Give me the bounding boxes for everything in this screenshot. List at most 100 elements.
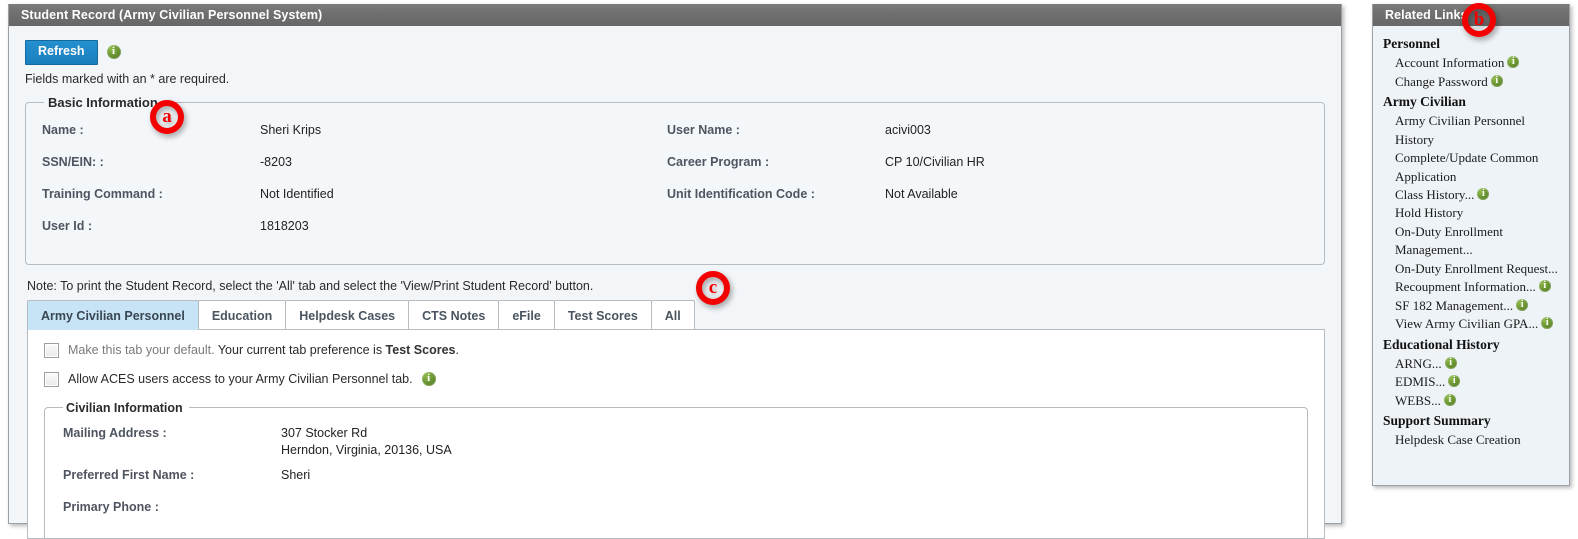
link-label: ARNG...: [1395, 355, 1442, 371]
current-preference-text: Your current tab preference is: [214, 343, 386, 358]
refresh-button[interactable]: Refresh: [25, 40, 98, 65]
link-edmis[interactable]: EDMIS...: [1395, 373, 1561, 391]
link-on-duty-enrollment-management[interactable]: On-Duty Enrollment Management...: [1395, 223, 1561, 260]
edmis-info-icon[interactable]: [1448, 374, 1461, 388]
link-label: SF 182 Management...: [1395, 297, 1514, 313]
link-complete-update-common-application[interactable]: Complete/Update Common Application: [1395, 149, 1561, 186]
recoupment-information-info-icon[interactable]: [1538, 279, 1551, 293]
panel-body: Refresh Fields marked with an * are requ…: [9, 26, 1341, 539]
field-label: User Id :: [42, 218, 93, 233]
required-fields-note: Fields marked with an * are required.: [25, 71, 230, 86]
link-label: WEBS...: [1395, 392, 1441, 408]
link-sf-182-management[interactable]: SF 182 Management...: [1395, 297, 1561, 315]
link-change-password[interactable]: Change Password: [1395, 73, 1561, 91]
links-heading-personnel: Personnel: [1383, 36, 1440, 51]
links-heading-support-summary: Support Summary: [1383, 413, 1491, 429]
link-label: On-Duty Enrollment Request...: [1395, 260, 1558, 276]
link-helpdesk-case-creation[interactable]: Helpdesk Case Creation: [1395, 431, 1561, 449]
field-value: 1818203: [260, 218, 309, 233]
field-value: Not Available: [885, 186, 958, 201]
civilian-information-group: Civilian Information Mailing Address : 3…: [44, 400, 1308, 538]
field-label: Mailing Address :: [63, 425, 167, 440]
link-arng[interactable]: ARNG...: [1395, 355, 1561, 373]
field-label: Name :: [42, 122, 84, 137]
field-row: Name : Sheri Krips: [42, 122, 667, 146]
field-value: -8203: [260, 154, 292, 169]
link-webs[interactable]: WEBS...: [1395, 392, 1561, 410]
class-history-info-icon[interactable]: [1477, 187, 1490, 201]
link-label: Complete/Update Common Application: [1395, 150, 1539, 184]
aces-access-label: Allow ACES users access to your Army Civ…: [68, 372, 413, 387]
field-value: CP 10/Civilian HR: [885, 154, 985, 169]
basic-information-group: Basic Information Name : Sheri Krips SSN…: [25, 94, 1325, 265]
make-default-tab-label: Make this tab your default. Your current…: [68, 343, 459, 357]
aces-access-info-icon[interactable]: [421, 371, 436, 387]
link-label: Helpdesk Case Creation: [1395, 432, 1521, 448]
tab-education[interactable]: Education: [197, 299, 287, 330]
view-army-civilian-gpa-info-icon[interactable]: [1541, 316, 1554, 330]
field-row: User Id : 1818203: [42, 218, 667, 242]
refresh-row: Refresh: [25, 40, 1325, 65]
link-account-information[interactable]: Account Information: [1395, 54, 1561, 72]
link-hold-history[interactable]: Hold History: [1395, 204, 1561, 222]
tab-efile[interactable]: eFile: [498, 299, 555, 330]
link-class-history[interactable]: Class History...: [1395, 186, 1561, 204]
field-value: 307 Stocker Rd Herndon, Virginia, 20136,…: [281, 425, 452, 457]
related-links-title: Related Links: [1373, 4, 1569, 26]
field-label: Preferred First Name :: [63, 468, 195, 483]
link-army-civilian-personnel-history[interactable]: Army Civilian Personnel History: [1395, 112, 1561, 149]
field-row: Career Program : CP 10/Civilian HR: [667, 154, 1310, 178]
link-on-duty-enrollment-request[interactable]: On-Duty Enrollment Request...: [1395, 260, 1561, 278]
basic-information-legend: Basic Information: [48, 94, 158, 110]
field-label: Training Command :: [42, 186, 163, 201]
print-instructions-note: Note: To print the Student Record, selec…: [27, 278, 594, 293]
aces-access-checkbox[interactable]: [44, 371, 59, 387]
field-row: Preferred First Name : Sheri: [63, 467, 1293, 491]
field-row: User Name : acivi003: [667, 122, 1310, 146]
tab-all[interactable]: All: [650, 299, 695, 330]
aces-access-row: Allow ACES users access to your Army Civ…: [44, 371, 1308, 387]
preference-period: .: [455, 343, 459, 358]
link-label: Army Civilian Personnel History: [1395, 113, 1525, 147]
link-label: Hold History: [1395, 205, 1464, 221]
link-label: View Army Civilian GPA...: [1395, 316, 1539, 332]
field-value: Not Identified: [260, 186, 334, 201]
link-label: Class History...: [1395, 187, 1475, 203]
panel-title: Student Record (Army Civilian Personnel …: [9, 4, 1341, 26]
link-view-army-civilian-gpa[interactable]: View Army Civilian GPA...: [1395, 315, 1561, 333]
field-value: Sheri: [281, 468, 311, 483]
field-label: User Name :: [667, 122, 740, 137]
link-recoupment-information[interactable]: Recoupment Information...: [1395, 278, 1561, 296]
make-default-tab-checkbox[interactable]: [44, 342, 59, 358]
webs-info-icon[interactable]: [1443, 393, 1456, 406]
student-record-panel: Student Record (Army Civilian Personnel …: [8, 4, 1342, 539]
civilian-information-legend: Civilian Information: [66, 400, 183, 415]
arng-info-icon[interactable]: [1444, 356, 1457, 369]
tab-bar: Army Civilian Personnel Education Helpde…: [27, 299, 1325, 330]
change-password-info-icon[interactable]: [1490, 74, 1503, 87]
tab-test-scores[interactable]: Test Scores: [553, 299, 652, 330]
sf-182-management-info-icon[interactable]: [1516, 298, 1529, 311]
field-value: acivi003: [885, 122, 931, 137]
tab-cts-notes[interactable]: CTS Notes: [408, 299, 500, 330]
field-row: Unit Identification Code : Not Available: [667, 186, 1310, 210]
current-preference-value: Test Scores: [385, 343, 456, 358]
tab-content-panel: Make this tab your default. Your current…: [27, 328, 1325, 539]
related-links-body: Personnel Account Information Change Pas…: [1373, 26, 1569, 458]
make-default-tab-text: Make this tab your default.: [68, 343, 215, 358]
tab-army-civilian-personnel[interactable]: Army Civilian Personnel: [27, 299, 199, 330]
account-information-info-icon[interactable]: [1507, 55, 1520, 69]
link-label: EDMIS...: [1395, 374, 1446, 390]
field-row: Mailing Address : 307 Stocker Rd Herndon…: [63, 425, 1293, 460]
links-heading-educational-history: Educational History: [1383, 336, 1500, 352]
default-tab-preference-row: Make this tab your default. Your current…: [44, 342, 1308, 358]
related-links-panel: Related Links Personnel Account Informat…: [1372, 4, 1570, 486]
field-label: Primary Phone :: [63, 500, 159, 515]
link-label: Account Information: [1395, 55, 1505, 71]
tab-helpdesk-cases[interactable]: Helpdesk Cases: [285, 299, 410, 330]
link-label: Change Password: [1395, 73, 1488, 89]
refresh-info-icon[interactable]: [106, 44, 121, 60]
link-label: Recoupment Information...: [1395, 279, 1536, 295]
field-label: Unit Identification Code :: [667, 186, 815, 201]
basic-information-fields: Name : Sheri Krips SSN/EIN: : -8203 Trai…: [42, 122, 1310, 250]
